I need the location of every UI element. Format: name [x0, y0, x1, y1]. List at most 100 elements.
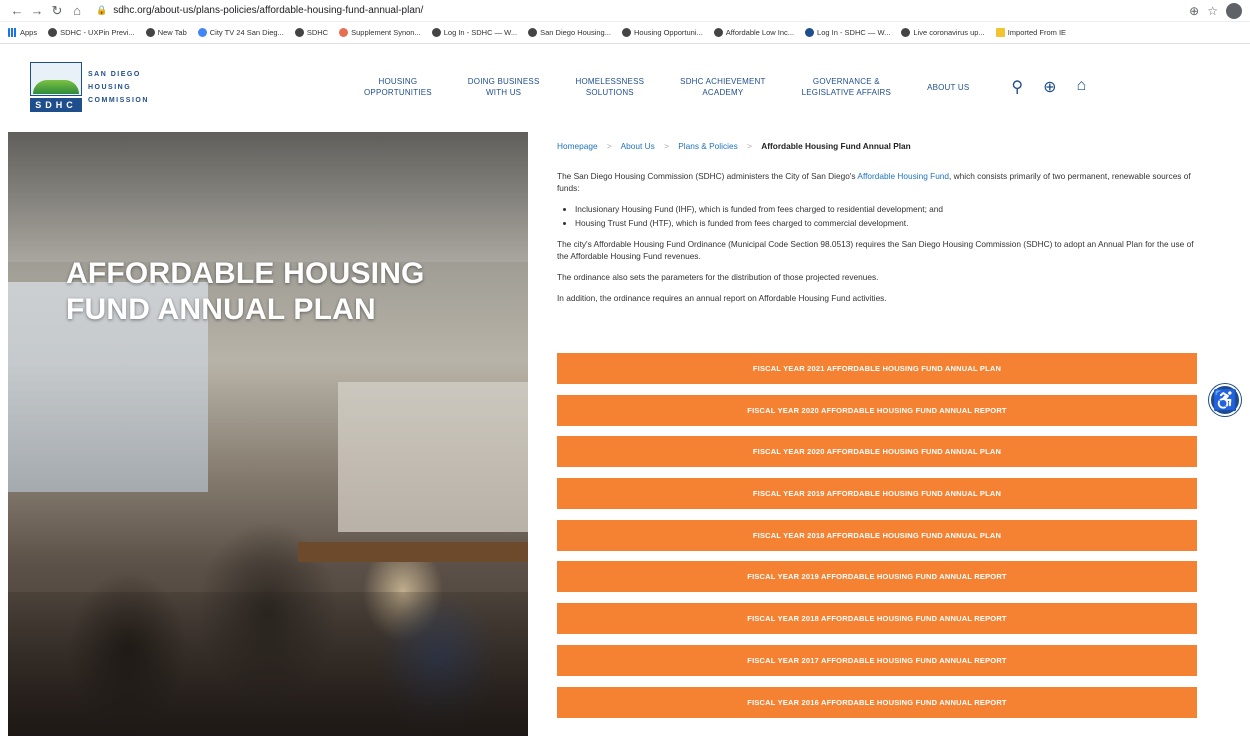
site-favicon-icon	[805, 28, 815, 37]
bookmark-label: Live coronavirus up...	[913, 28, 985, 37]
site-favicon-icon	[431, 28, 441, 37]
bookmark-label: New Tab	[157, 28, 187, 37]
nav-item[interactable]: SDHC ACHIEVEMENT ACADEMY	[680, 76, 765, 98]
bookmark-label: Log In - SDHC — W...	[817, 28, 891, 37]
site-favicon-icon	[145, 28, 155, 37]
browser-toolbar: ← → ↻ ⌂ 🔒 sdhc.org/about-us/plans-polici…	[0, 0, 1250, 22]
apps-grid-icon	[8, 28, 17, 37]
fiscal-year-document-button[interactable]: FISCAL YEAR 2019 AFFORDABLE HOUSING FUND…	[557, 561, 1197, 593]
bookmarks-bar: Apps SDHC - UXPin Previ... New Tab City TV …	[0, 22, 1250, 44]
lock-icon: 🔒	[96, 5, 108, 15]
parameters-paragraph: The ordinance also sets the parameters f…	[557, 272, 879, 282]
sdhc-logo[interactable]: SDHC SAN DIEGO HOUSING COMMISSION	[30, 62, 170, 112]
nav-item[interactable]: HOUSING OPPORTUNITIES	[364, 76, 432, 98]
bookmark-item[interactable]: New Tab	[145, 28, 187, 37]
bookmark-item[interactable]: SDHC - UXPin Previ...	[48, 28, 135, 37]
fiscal-year-document-button[interactable]: FISCAL YEAR 2018 AFFORDABLE HOUSING FUND…	[557, 603, 1197, 635]
site-favicon-icon	[528, 28, 538, 37]
logo-acronym: SDHC	[30, 98, 82, 112]
breadcrumb-separator: >	[747, 141, 752, 151]
site-favicon-icon	[621, 28, 631, 37]
hero-title: AFFORDABLE HOUSING FUND ANNUAL PLAN	[66, 257, 425, 326]
reload-icon[interactable]: ↻	[48, 2, 66, 20]
bookmark-item[interactable]: Imported From IE	[995, 28, 1067, 37]
globe-icon[interactable]: ⊕	[1043, 77, 1056, 97]
address-bar[interactable]: 🔒 sdhc.org/about-us/plans-policies/affor…	[96, 2, 1189, 20]
nav-item[interactable]: HOMELESSNESS SOLUTIONS	[576, 76, 645, 98]
nav-item-label: SDHC ACHIEVEMENT	[680, 77, 766, 86]
fiscal-year-document-button[interactable]: FISCAL YEAR 2016 AFFORDABLE HOUSING FUND…	[557, 686, 1197, 718]
bookmark-item[interactable]: Live coronavirus up...	[901, 28, 985, 37]
bookmark-label: City TV 24 San Dieg...	[209, 28, 284, 37]
home-icon[interactable]: ⌂	[68, 2, 86, 20]
fiscal-year-document-button[interactable]: FISCAL YEAR 2018 AFFORDABLE HOUSING FUND…	[557, 519, 1197, 551]
bookmark-item[interactable]: Log In - SDHC — W...	[805, 28, 890, 37]
nav-item-label: LEGISLATIVE AFFAIRS	[801, 88, 892, 97]
intro-paragraph: The San Diego Housing Commission (SDHC) …	[557, 171, 1191, 193]
bookmark-item[interactable]: SDHC	[294, 28, 329, 37]
plan-button-list: FISCAL YEAR 2021 AFFORDABLE HOUSING FUND…	[557, 353, 1197, 728]
nav-item-label: WITH US	[486, 88, 522, 97]
url-text: sdhc.org/about-us/plans-policies/afforda…	[113, 5, 424, 16]
bookmark-item[interactable]: Housing Opportuni...	[621, 28, 703, 37]
bookmark-item[interactable]: Affordable Low Inc...	[713, 28, 795, 37]
site-favicon-icon	[339, 28, 349, 37]
star-icon[interactable]: ☆	[1207, 4, 1218, 18]
logo-wordmark: SAN DIEGO HOUSING COMMISSION	[88, 70, 149, 104]
annual-report-paragraph: In addition, the ordinance requires an a…	[557, 293, 887, 303]
bookmark-item[interactable]: Log In - SDHC — W...	[431, 28, 518, 37]
bookmark-item[interactable]: San Diego Housing...	[528, 28, 611, 37]
site-favicon-icon	[48, 28, 58, 37]
nav-item-label: SOLUTIONS	[585, 88, 634, 97]
bookmark-label: Affordable Low Inc...	[725, 28, 795, 37]
fiscal-year-document-button[interactable]: FISCAL YEAR 2020 AFFORDABLE HOUSING FUND…	[557, 394, 1197, 426]
search-icon[interactable]: ⚲	[1011, 77, 1023, 97]
hero-image: AFFORDABLE HOUSING FUND ANNUAL PLAN	[8, 132, 528, 736]
nav-item-label: ACADEMY	[702, 88, 744, 97]
nav-item-label: OPPORTUNITIES	[364, 88, 432, 97]
fiscal-year-document-button[interactable]: FISCAL YEAR 2021 AFFORDABLE HOUSING FUND…	[557, 353, 1197, 384]
nav-item[interactable]: ABOUT US	[927, 82, 969, 93]
site-favicon-icon	[197, 28, 207, 37]
list-item: Inclusionary Housing Fund (IHF), which i…	[575, 203, 1197, 215]
fiscal-year-document-button[interactable]: FISCAL YEAR 2017 AFFORDABLE HOUSING FUND…	[557, 644, 1197, 676]
ordinance-paragraph: The city's Affordable Housing Fund Ordin…	[557, 239, 1194, 261]
bookmark-item[interactable]: Apps	[8, 28, 37, 37]
breadcrumb: Homepage > About Us > Plans & Policies >…	[557, 140, 1197, 152]
list-item: Housing Trust Fund (HTF), which is funde…	[575, 217, 1197, 229]
logo-mark: SDHC	[30, 62, 82, 112]
affordable-housing-fund-link[interactable]: Affordable Housing Fund	[857, 171, 949, 181]
bookmark-label: Housing Opportuni...	[633, 28, 703, 37]
house-icon[interactable]: ⌂	[1077, 77, 1087, 97]
breadcrumb-plans[interactable]: Plans & Policies	[678, 141, 738, 151]
accessibility-icon[interactable]: ♿	[1209, 384, 1241, 416]
bookmark-item[interactable]: City TV 24 San Dieg...	[197, 28, 284, 37]
forward-arrow-icon[interactable]: →	[28, 2, 46, 20]
nav-item[interactable]: DOING BUSINESS WITH US	[468, 76, 540, 98]
nav-item-label: DOING BUSINESS	[467, 77, 540, 86]
nav-item-label: GOVERNANCE &	[812, 77, 880, 86]
breadcrumb-about[interactable]: About Us	[621, 141, 655, 151]
bookmark-label: Imported From IE	[1007, 28, 1067, 37]
nav-item[interactable]: GOVERNANCE & LEGISLATIVE AFFAIRS	[802, 76, 891, 98]
breadcrumb-home[interactable]: Homepage	[557, 141, 598, 151]
nav-item-label: ABOUT US	[927, 82, 970, 92]
breadcrumb-current: Affordable Housing Fund Annual Plan	[761, 141, 911, 151]
fiscal-year-document-button[interactable]: FISCAL YEAR 2019 AFFORDABLE HOUSING FUND…	[557, 478, 1197, 510]
breadcrumb-separator: >	[606, 141, 612, 151]
site-favicon-icon	[901, 28, 911, 37]
bookmark-label: SDHC	[306, 28, 329, 37]
fiscal-year-document-button[interactable]: FISCAL YEAR 2020 AFFORDABLE HOUSING FUND…	[557, 436, 1197, 468]
zoom-icon[interactable]: ⊕	[1189, 4, 1199, 18]
fund-list: Inclusionary Housing Fund (IHF), which i…	[575, 203, 1197, 229]
bookmark-label: Log In - SDHC — W...	[443, 28, 518, 37]
folder-icon	[995, 28, 1005, 37]
main-content: Homepage > About Us > Plans & Policies >…	[557, 140, 1197, 313]
site-favicon-icon	[294, 28, 304, 37]
site-favicon-icon	[713, 28, 723, 37]
back-arrow-icon[interactable]: ←	[8, 2, 26, 20]
bookmark-label: SDHC - UXPin Previ...	[60, 28, 135, 37]
bookmark-item[interactable]: Supplement Synon...	[339, 28, 421, 37]
profile-avatar[interactable]	[1226, 2, 1242, 19]
bookmark-label: Supplement Synon...	[351, 28, 421, 37]
